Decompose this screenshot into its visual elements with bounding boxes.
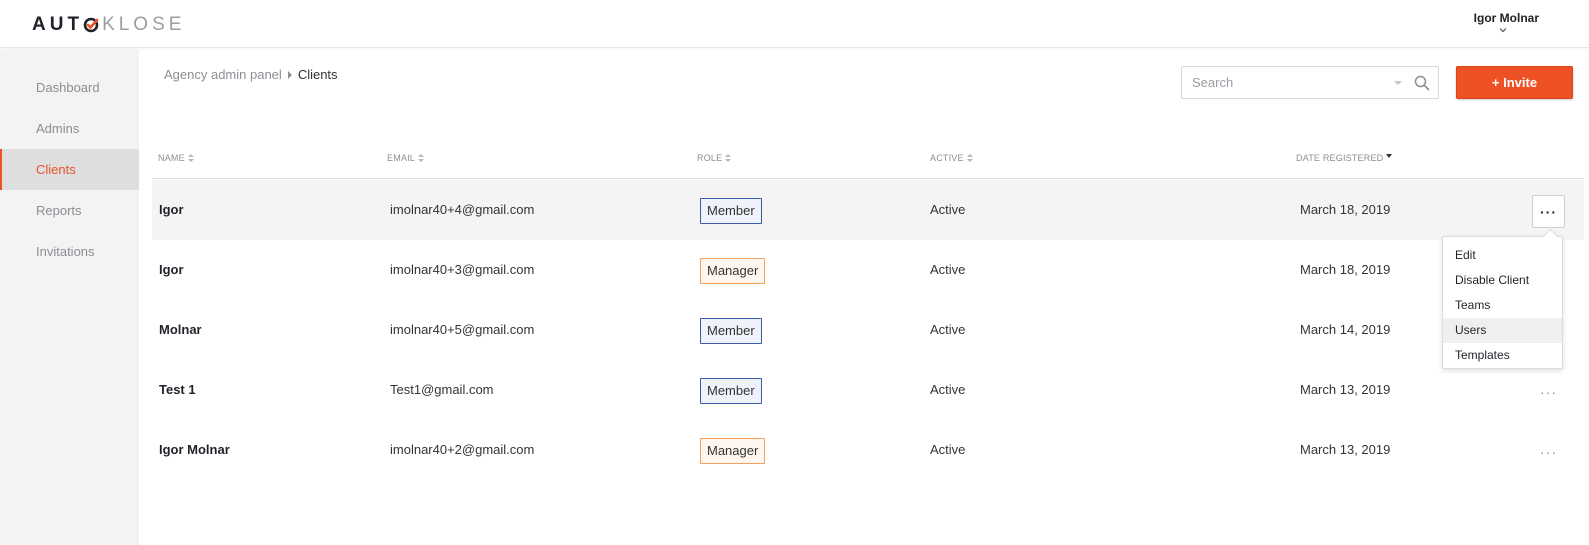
row-actions-button[interactable]: ··· [1532,195,1565,228]
role-badge: Member [700,378,762,404]
status-text: Active [930,262,966,277]
client-name: Igor [159,202,184,217]
search-input[interactable] [1192,67,1382,98]
row-actions-menu: Edit Disable Client Teams Users Template… [1442,236,1563,369]
sidebar-item-invitations[interactable]: Invitations [0,231,139,272]
client-email: imolnar40+2@gmail.com [390,442,535,457]
date-registered: March 13, 2019 [1300,442,1391,457]
menu-item-disable-client[interactable]: Disable Client [1443,268,1562,293]
client-name: Molnar [159,322,202,337]
search-icon[interactable] [1414,75,1430,91]
role-badge: Manager [700,438,766,464]
table-row[interactable]: Igor imolnar40+4@gmail.com Member Active… [152,180,1584,240]
table-row[interactable]: Test 1 Test1@gmail.com Member Active Mar… [139,360,1589,420]
column-header-name-label: NAME [158,153,185,163]
date-registered: March 13, 2019 [1300,382,1391,397]
column-header-role-label: ROLE [697,153,723,163]
logo-text-light: KLOSE [102,14,186,35]
sidebar-item-admins[interactable]: Admins [0,108,139,149]
sort-icon [418,154,425,162]
status-text: Active [930,322,966,337]
logo-mark-icon [83,17,99,33]
status-text: Active [930,202,966,217]
sidebar-item-dashboard[interactable]: Dashboard [0,67,139,108]
sort-icon [187,154,194,162]
column-header-date-label: DATE REGISTERED [1296,153,1384,163]
role-badge: Manager [700,258,766,284]
client-name: Igor [159,262,184,277]
client-email: imolnar40+5@gmail.com [390,322,535,337]
row-actions-button[interactable]: ··· [1532,375,1565,408]
caret-right-icon [287,70,292,79]
client-email: imolnar40+4@gmail.com [390,202,535,217]
breadcrumb-current: Clients [297,67,338,82]
breadcrumb-parent[interactable]: Agency admin panel [164,67,282,82]
column-header-email[interactable]: EMAIL [387,153,425,163]
date-registered: March 18, 2019 [1300,262,1391,277]
chevron-down-icon[interactable] [1499,26,1507,34]
menu-item-edit[interactable]: Edit [1443,243,1562,268]
sidebar-item-reports[interactable]: Reports [0,190,139,231]
breadcrumb: Agency admin panel Clients [164,67,338,82]
menu-item-users[interactable]: Users [1443,318,1562,343]
search-box[interactable] [1181,66,1439,99]
sort-desc-icon [1386,154,1393,158]
date-registered: March 14, 2019 [1300,322,1391,337]
column-header-role[interactable]: ROLE [697,153,732,163]
sort-icon [966,154,973,162]
sidebar: Dashboard Admins Clients Reports Invitat… [0,49,139,545]
table-row[interactable]: Igor imolnar40+3@gmail.com Manager Activ… [139,240,1589,300]
invite-button[interactable]: + Invite [1456,66,1573,99]
column-header-name[interactable]: NAME [158,153,194,163]
table-header-divider [152,178,1584,179]
column-header-active-label: ACTIVE [930,153,964,163]
status-text: Active [930,382,966,397]
column-header-date-registered[interactable]: DATE REGISTERED [1296,153,1393,163]
dropdown-caret-icon[interactable] [1394,81,1402,85]
top-header: AUT KLOSE Igor Molnar [0,0,1589,48]
user-menu[interactable]: Igor Molnar [1474,11,1539,25]
sort-icon [725,154,732,162]
table-row[interactable]: Igor Molnar imolnar40+2@gmail.com Manage… [139,420,1589,480]
autoklose-logo[interactable]: AUT KLOSE [32,14,185,36]
client-name: Igor Molnar [159,442,230,457]
column-header-active[interactable]: ACTIVE [930,153,973,163]
date-registered: March 18, 2019 [1300,202,1391,217]
client-email: Test1@gmail.com [390,382,494,397]
role-badge: Member [700,318,762,344]
sidebar-item-clients[interactable]: Clients [0,149,139,190]
role-badge: Member [700,198,762,224]
logo-text-dark: AUT [32,14,84,35]
status-text: Active [930,442,966,457]
menu-item-templates[interactable]: Templates [1443,343,1562,368]
menu-item-teams[interactable]: Teams [1443,293,1562,318]
table-row[interactable]: Molnar imolnar40+5@gmail.com Member Acti… [139,300,1589,360]
column-header-email-label: EMAIL [387,153,416,163]
client-name: Test 1 [159,382,196,397]
client-email: imolnar40+3@gmail.com [390,262,535,277]
row-actions-button[interactable]: ··· [1532,435,1565,468]
